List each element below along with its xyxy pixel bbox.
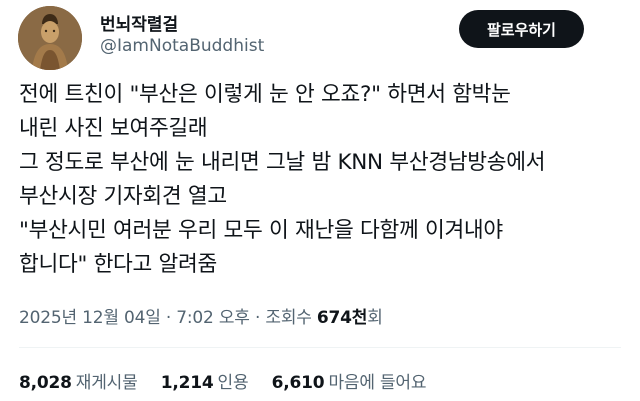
display-name[interactable]: 번뇌작렬걸 bbox=[100, 10, 178, 35]
reposts-count: 8,028 bbox=[19, 373, 72, 393]
tweet-line: 합니다" 한다고 알려줌 bbox=[19, 252, 217, 277]
reposts-label: 재게시물 bbox=[75, 373, 138, 393]
engagement-stats: 8,028 재게시물 1,214 인용 6,610 마음에 들어요 bbox=[19, 368, 444, 393]
post-date[interactable]: 2025년 12월 04일 bbox=[19, 308, 161, 328]
quotes-stat[interactable]: 1,214 인용 bbox=[161, 368, 249, 393]
quotes-label: 인용 bbox=[217, 373, 249, 393]
tweet-meta: 2025년 12월 04일 · 7:02 오후 · 조회수 674천회 bbox=[19, 303, 383, 328]
tweet-text: 전에 트친이 "부산은 이렇게 눈 안 오죠?" 하면서 함박눈 내린 사진 보… bbox=[19, 78, 629, 282]
follow-button[interactable]: 팔로우하기 bbox=[459, 10, 584, 48]
views-count: 674천 bbox=[316, 308, 368, 328]
tweet-line: 전에 트친이 "부산은 이렇게 눈 안 오죠?" 하면서 함박눈 bbox=[19, 82, 511, 107]
tweet-line: 내린 사진 보여주길래 bbox=[19, 116, 208, 141]
meta-separator: · bbox=[249, 308, 266, 328]
quotes-count: 1,214 bbox=[160, 373, 214, 393]
buddha-statue-icon bbox=[18, 6, 82, 70]
likes-stat[interactable]: 6,610 마음에 들어요 bbox=[272, 368, 427, 393]
views-label: 조회수 bbox=[265, 308, 317, 328]
meta-separator: · bbox=[160, 308, 177, 328]
avatar[interactable] bbox=[18, 6, 82, 70]
likes-label: 마음에 들어요 bbox=[328, 373, 427, 393]
tweet-line: 그 정도로 부산에 눈 내리면 그날 밤 KNN 부산경남방송에서 bbox=[19, 150, 546, 175]
user-handle[interactable]: @IamNotaBuddhist bbox=[100, 36, 264, 56]
reposts-stat[interactable]: 8,028 재게시물 bbox=[19, 368, 138, 393]
post-time[interactable]: 7:02 오후 bbox=[176, 308, 250, 328]
likes-count: 6,610 bbox=[271, 373, 325, 393]
tweet-line: "부산시민 여러분 우리 모두 이 재난을 다함께 이겨내야 bbox=[19, 218, 503, 243]
views-suffix: 회 bbox=[367, 308, 383, 328]
divider bbox=[19, 347, 621, 348]
tweet-line: 부산시장 기자회견 열고 bbox=[19, 184, 227, 209]
